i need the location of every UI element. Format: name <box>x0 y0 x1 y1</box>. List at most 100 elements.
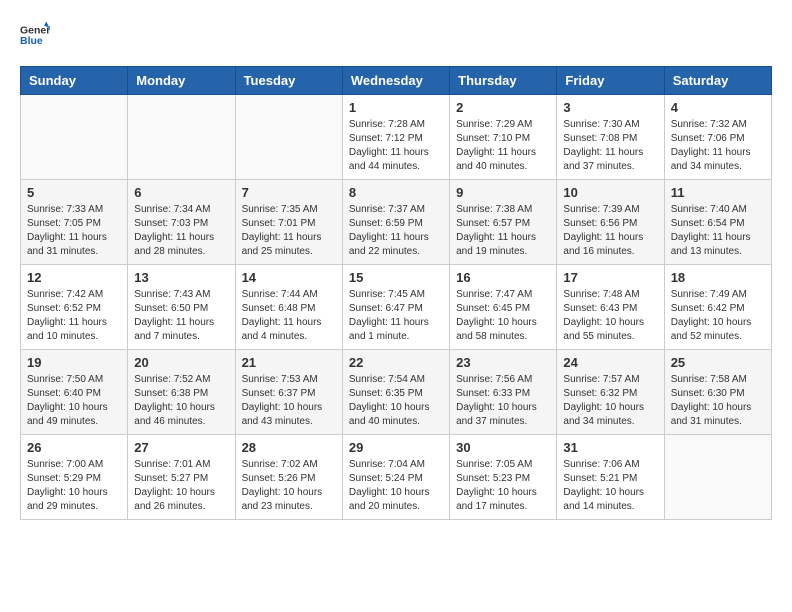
day-info: Sunrise: 7:50 AM Sunset: 6:40 PM Dayligh… <box>27 373 121 429</box>
day-info: Sunrise: 7:40 AM Sunset: 6:54 PM Dayligh… <box>671 203 765 259</box>
day-number: 23 <box>456 355 550 370</box>
day-number: 15 <box>349 270 443 285</box>
calendar-cell <box>664 435 771 520</box>
weekday-header: Friday <box>557 67 664 95</box>
day-number: 30 <box>456 440 550 455</box>
weekday-header-row: SundayMondayTuesdayWednesdayThursdayFrid… <box>21 67 772 95</box>
day-info: Sunrise: 7:28 AM Sunset: 7:12 PM Dayligh… <box>349 118 443 174</box>
day-info: Sunrise: 7:39 AM Sunset: 6:56 PM Dayligh… <box>563 203 657 259</box>
day-number: 14 <box>242 270 336 285</box>
weekday-header: Monday <box>128 67 235 95</box>
day-info: Sunrise: 7:45 AM Sunset: 6:47 PM Dayligh… <box>349 288 443 344</box>
calendar-cell: 12 Sunrise: 7:42 AM Sunset: 6:52 PM Dayli… <box>21 265 128 350</box>
day-number: 19 <box>27 355 121 370</box>
calendar-cell: 28 Sunrise: 7:02 AM Sunset: 5:26 PM Dayli… <box>235 435 342 520</box>
weekday-header: Wednesday <box>342 67 449 95</box>
day-number: 31 <box>563 440 657 455</box>
day-info: Sunrise: 7:42 AM Sunset: 6:52 PM Dayligh… <box>27 288 121 344</box>
calendar-cell: 11 Sunrise: 7:40 AM Sunset: 6:54 PM Dayli… <box>664 180 771 265</box>
day-info: Sunrise: 7:56 AM Sunset: 6:33 PM Dayligh… <box>456 373 550 429</box>
day-number: 8 <box>349 185 443 200</box>
calendar-cell: 9Sunrise: 7:38 AM Sunset: 6:57 PM Daylig… <box>450 180 557 265</box>
day-number: 29 <box>349 440 443 455</box>
calendar-cell <box>235 95 342 180</box>
logo-icon: General Blue <box>20 20 50 50</box>
calendar-cell <box>128 95 235 180</box>
calendar-week-row: 19 Sunrise: 7:50 AM Sunset: 6:40 PM Dayli… <box>21 350 772 435</box>
day-info: Sunrise: 7:57 AM Sunset: 6:32 PM Dayligh… <box>563 373 657 429</box>
calendar-cell: 23 Sunrise: 7:56 AM Sunset: 6:33 PM Dayli… <box>450 350 557 435</box>
day-number: 28 <box>242 440 336 455</box>
calendar-cell: 6Sunrise: 7:34 AM Sunset: 7:03 PM Daylig… <box>128 180 235 265</box>
calendar-cell: 3 Sunrise: 7:30 AM Sunset: 7:08 PM Daylig… <box>557 95 664 180</box>
day-info: Sunrise: 7:53 AM Sunset: 6:37 PM Dayligh… <box>242 373 336 429</box>
day-number: 20 <box>134 355 228 370</box>
calendar-cell: 27 Sunrise: 7:01 AM Sunset: 5:27 PM Dayli… <box>128 435 235 520</box>
day-number: 4 <box>671 100 765 115</box>
day-number: 6 <box>134 185 228 200</box>
calendar-cell: 10 Sunrise: 7:39 AM Sunset: 6:56 PM Dayli… <box>557 180 664 265</box>
calendar-cell: 1 Sunrise: 7:28 AM Sunset: 7:12 PM Daylig… <box>342 95 449 180</box>
day-number: 27 <box>134 440 228 455</box>
day-number: 3 <box>563 100 657 115</box>
calendar-cell: 22 Sunrise: 7:54 AM Sunset: 6:35 PM Dayli… <box>342 350 449 435</box>
day-info: Sunrise: 7:54 AM Sunset: 6:35 PM Dayligh… <box>349 373 443 429</box>
svg-text:Blue: Blue <box>20 35 43 47</box>
day-info: Sunrise: 7:35 AM Sunset: 7:01 PM Dayligh… <box>242 203 336 259</box>
day-number: 2 <box>456 100 550 115</box>
day-number: 22 <box>349 355 443 370</box>
weekday-header: Saturday <box>664 67 771 95</box>
calendar-table: SundayMondayTuesdayWednesdayThursdayFrid… <box>20 66 772 520</box>
calendar-cell: 5Sunrise: 7:33 AM Sunset: 7:05 PM Daylig… <box>21 180 128 265</box>
day-info: Sunrise: 7:47 AM Sunset: 6:45 PM Dayligh… <box>456 288 550 344</box>
calendar-cell: 25Sunrise: 7:58 AM Sunset: 6:30 PM Dayli… <box>664 350 771 435</box>
weekday-header: Sunday <box>21 67 128 95</box>
day-info: Sunrise: 7:43 AM Sunset: 6:50 PM Dayligh… <box>134 288 228 344</box>
calendar-week-row: 26Sunrise: 7:00 AM Sunset: 5:29 PM Dayli… <box>21 435 772 520</box>
page-header: General Blue <box>20 20 772 50</box>
calendar-cell: 17 Sunrise: 7:48 AM Sunset: 6:43 PM Dayli… <box>557 265 664 350</box>
calendar-cell: 29 Sunrise: 7:04 AM Sunset: 5:24 PM Dayli… <box>342 435 449 520</box>
calendar-cell: 16Sunrise: 7:47 AM Sunset: 6:45 PM Dayli… <box>450 265 557 350</box>
day-number: 1 <box>349 100 443 115</box>
day-info: Sunrise: 7:48 AM Sunset: 6:43 PM Dayligh… <box>563 288 657 344</box>
day-info: Sunrise: 7:49 AM Sunset: 6:42 PM Dayligh… <box>671 288 765 344</box>
calendar-cell: 21 Sunrise: 7:53 AM Sunset: 6:37 PM Dayli… <box>235 350 342 435</box>
calendar-cell: 24 Sunrise: 7:57 AM Sunset: 6:32 PM Dayli… <box>557 350 664 435</box>
calendar-cell: 20 Sunrise: 7:52 AM Sunset: 6:38 PM Dayli… <box>128 350 235 435</box>
day-info: Sunrise: 7:33 AM Sunset: 7:05 PM Dayligh… <box>27 203 121 259</box>
day-info: Sunrise: 7:01 AM Sunset: 5:27 PM Dayligh… <box>134 458 228 514</box>
day-number: 24 <box>563 355 657 370</box>
day-number: 21 <box>242 355 336 370</box>
weekday-header: Tuesday <box>235 67 342 95</box>
day-number: 12 <box>27 270 121 285</box>
calendar-cell <box>21 95 128 180</box>
day-number: 11 <box>671 185 765 200</box>
calendar-cell: 19 Sunrise: 7:50 AM Sunset: 6:40 PM Dayli… <box>21 350 128 435</box>
day-info: Sunrise: 7:52 AM Sunset: 6:38 PM Dayligh… <box>134 373 228 429</box>
day-info: Sunrise: 7:04 AM Sunset: 5:24 PM Dayligh… <box>349 458 443 514</box>
day-info: Sunrise: 7:44 AM Sunset: 6:48 PM Dayligh… <box>242 288 336 344</box>
day-info: Sunrise: 7:06 AM Sunset: 5:21 PM Dayligh… <box>563 458 657 514</box>
day-info: Sunrise: 7:00 AM Sunset: 5:29 PM Dayligh… <box>27 458 121 514</box>
calendar-week-row: 12 Sunrise: 7:42 AM Sunset: 6:52 PM Dayli… <box>21 265 772 350</box>
day-number: 9 <box>456 185 550 200</box>
day-info: Sunrise: 7:02 AM Sunset: 5:26 PM Dayligh… <box>242 458 336 514</box>
calendar-week-row: 1 Sunrise: 7:28 AM Sunset: 7:12 PM Daylig… <box>21 95 772 180</box>
day-info: Sunrise: 7:37 AM Sunset: 6:59 PM Dayligh… <box>349 203 443 259</box>
day-number: 13 <box>134 270 228 285</box>
day-info: Sunrise: 7:05 AM Sunset: 5:23 PM Dayligh… <box>456 458 550 514</box>
calendar-cell: 18 Sunrise: 7:49 AM Sunset: 6:42 PM Dayli… <box>664 265 771 350</box>
day-info: Sunrise: 7:30 AM Sunset: 7:08 PM Dayligh… <box>563 118 657 174</box>
day-number: 10 <box>563 185 657 200</box>
day-number: 17 <box>563 270 657 285</box>
weekday-header: Thursday <box>450 67 557 95</box>
logo: General Blue <box>20 20 50 50</box>
calendar-cell: 8 Sunrise: 7:37 AM Sunset: 6:59 PM Daylig… <box>342 180 449 265</box>
calendar-cell: 13 Sunrise: 7:43 AM Sunset: 6:50 PM Dayli… <box>128 265 235 350</box>
day-number: 18 <box>671 270 765 285</box>
calendar-cell: 4Sunrise: 7:32 AM Sunset: 7:06 PM Daylig… <box>664 95 771 180</box>
calendar-cell: 14 Sunrise: 7:44 AM Sunset: 6:48 PM Dayli… <box>235 265 342 350</box>
calendar-cell: 2Sunrise: 7:29 AM Sunset: 7:10 PM Daylig… <box>450 95 557 180</box>
calendar-cell: 30 Sunrise: 7:05 AM Sunset: 5:23 PM Dayli… <box>450 435 557 520</box>
